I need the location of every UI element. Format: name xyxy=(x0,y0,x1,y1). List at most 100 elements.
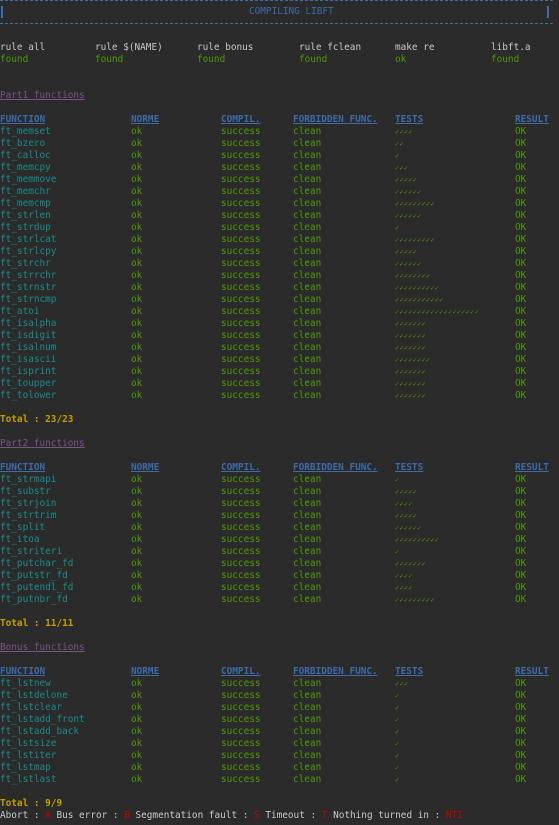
column-header: FORBIDDEN FUNC. xyxy=(293,462,378,473)
cell-forbidden: clean xyxy=(293,546,322,557)
cell-result: OK xyxy=(515,210,527,221)
cell-function: ft_putendl_fd xyxy=(0,582,74,593)
cell-forbidden: clean xyxy=(293,366,322,377)
rule-label: libft.a xyxy=(491,42,531,53)
cell-function: ft_isdigit xyxy=(0,330,57,341)
cell-forbidden: clean xyxy=(293,234,322,245)
column-header: TESTS xyxy=(395,666,424,677)
cell-norme: ok xyxy=(131,534,143,545)
cell-result: OK xyxy=(515,186,527,197)
cell-function: ft_memset xyxy=(0,126,51,137)
column-header: NORME xyxy=(131,114,160,125)
table-row: ft_itoa ok success clean ✓✓✓✓✓✓✓✓✓✓ OK xyxy=(0,534,559,546)
cell-compil: success xyxy=(221,546,261,557)
table-row: ft_strrchr ok success clean ✓✓✓✓✓✓✓✓ OK xyxy=(0,270,559,282)
cell-compil: success xyxy=(221,522,261,533)
cell-compil: success xyxy=(221,246,261,257)
cell-result: OK xyxy=(515,126,527,137)
column-header: COMPIL. xyxy=(221,666,261,677)
cell-result: OK xyxy=(515,378,527,389)
cell-function: ft_toupper xyxy=(0,378,57,389)
cell-result: OK xyxy=(515,330,527,341)
table-row: ft_strtrim ok success clean ✓✓✓✓✓ OK xyxy=(0,510,559,522)
cell-compil: success xyxy=(221,318,261,329)
cell-result: OK xyxy=(515,762,527,773)
cell-result: OK xyxy=(515,390,527,401)
table-row: ft_toupper ok success clean ✓✓✓✓✓✓✓ OK xyxy=(0,378,559,390)
cell-result: OK xyxy=(515,534,527,545)
cell-norme: ok xyxy=(131,690,143,701)
tests-checks: ✓✓✓✓ xyxy=(395,500,413,508)
cell-compil: success xyxy=(221,570,261,581)
cell-norme: ok xyxy=(131,726,143,737)
tests-checks: ✓ xyxy=(395,548,400,556)
column-header: FUNCTION xyxy=(0,666,46,677)
tests-checks: ✓✓✓✓✓✓✓✓✓✓ xyxy=(395,536,440,544)
cell-forbidden: clean xyxy=(293,126,322,137)
tests-checks: ✓✓✓✓✓✓ xyxy=(395,188,422,196)
table-row: ft_memcpy ok success clean ✓✓✓ OK xyxy=(0,162,559,174)
cell-compil: success xyxy=(221,258,261,269)
table-row: ft_putstr_fd ok success clean ✓✓✓✓ OK xyxy=(0,570,559,582)
column-header: RESULT xyxy=(515,462,549,473)
cell-compil: success xyxy=(221,138,261,149)
table-row: ft_lstiter ok success clean ✓ OK xyxy=(0,750,559,762)
cell-forbidden: clean xyxy=(293,378,322,389)
banner-left-bar xyxy=(1,6,3,18)
cell-forbidden: clean xyxy=(293,342,322,353)
cell-function: ft_lstsize xyxy=(0,738,57,749)
table-row: ft_memset ok success clean ✓✓✓✓ OK xyxy=(0,126,559,138)
cell-result: OK xyxy=(515,354,527,365)
legend-label: Timeout : xyxy=(259,810,322,821)
cell-norme: ok xyxy=(131,150,143,161)
cell-compil: success xyxy=(221,162,261,173)
cell-forbidden: clean xyxy=(293,774,322,785)
cell-compil: success xyxy=(221,726,261,737)
cell-forbidden: clean xyxy=(293,390,322,401)
cell-forbidden: clean xyxy=(293,582,322,593)
section-total: Total : 9/9 xyxy=(0,798,63,809)
column-header: COMPIL. xyxy=(221,462,261,473)
cell-function: ft_memcpy xyxy=(0,162,51,173)
table-row: ft_striteri ok success clean ✓ OK xyxy=(0,546,559,558)
cell-compil: success xyxy=(221,738,261,749)
section-title: Part1 functions xyxy=(0,90,85,101)
cell-compil: success xyxy=(221,366,261,377)
section-total: Total : 23/23 xyxy=(0,414,74,425)
cell-result: OK xyxy=(515,738,527,749)
table-row: ft_split ok success clean ✓✓✓✓✓✓ OK xyxy=(0,522,559,534)
cell-forbidden: clean xyxy=(293,198,322,209)
cell-function: ft_lstiter xyxy=(0,750,57,761)
cell-result: OK xyxy=(515,522,527,533)
cell-compil: success xyxy=(221,690,261,701)
column-header: NORME xyxy=(131,666,160,677)
cell-norme: ok xyxy=(131,330,143,341)
cell-function: ft_strdup xyxy=(0,222,51,233)
column-header: RESULT xyxy=(515,114,549,125)
cell-function: ft_substr xyxy=(0,486,51,497)
rule-label: make re xyxy=(395,42,435,53)
cell-forbidden: clean xyxy=(293,762,322,773)
rule-status: ok xyxy=(395,54,407,65)
cell-function: ft_strnstr xyxy=(0,282,57,293)
cell-forbidden: clean xyxy=(293,558,322,569)
cell-norme: ok xyxy=(131,522,143,533)
cell-compil: success xyxy=(221,534,261,545)
table-row: ft_isalnum ok success clean ✓✓✓✓✓✓✓ OK xyxy=(0,342,559,354)
cell-function: ft_lstadd_front xyxy=(0,714,85,725)
banner-bottom-border xyxy=(0,23,553,24)
cell-forbidden: clean xyxy=(293,186,322,197)
table-row: ft_calloc ok success clean ✓ OK xyxy=(0,150,559,162)
cell-compil: success xyxy=(221,210,261,221)
cell-compil: success xyxy=(221,378,261,389)
cell-forbidden: clean xyxy=(293,306,322,317)
table-row: ft_strjoin ok success clean ✓✓✓✓ OK xyxy=(0,498,559,510)
table-row: ft_lstsize ok success clean ✓ OK xyxy=(0,738,559,750)
cell-norme: ok xyxy=(131,198,143,209)
cell-compil: success xyxy=(221,714,261,725)
cell-result: OK xyxy=(515,270,527,281)
cell-compil: success xyxy=(221,510,261,521)
column-header: FUNCTION xyxy=(0,462,46,473)
tests-checks: ✓ xyxy=(395,740,400,748)
tests-checks: ✓✓✓✓ xyxy=(395,584,413,592)
